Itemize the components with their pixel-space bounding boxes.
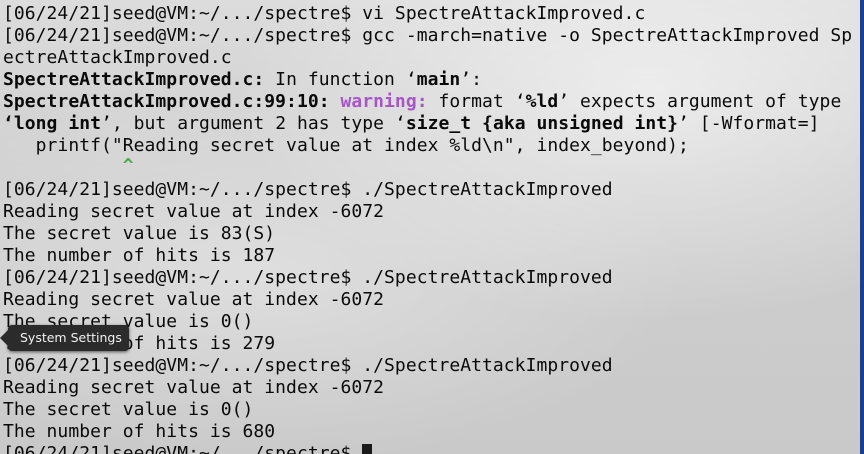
source-file-name: SpectreAttackImproved.c: — [3, 69, 265, 90]
warning-label: warning: — [340, 91, 428, 112]
terminal-line: [06/24/21]seed@VM:~/.../spectre$ ./Spect… — [3, 267, 613, 288]
tooltip-label: System Settings — [20, 330, 122, 345]
system-settings-tooltip: System Settings — [0, 325, 129, 351]
terminal-line: [06/24/21]seed@VM:~/.../spectre$ ./Spect… — [3, 179, 613, 200]
warning-location: SpectreAttackImproved.c:99:10: — [3, 91, 330, 112]
compiler-warning-line: ‘long int’, but argument 2 has type ‘siz… — [3, 113, 820, 135]
actual-type: size_t {aka unsigned int} — [405, 113, 679, 134]
terminal-window[interactable]: [06/24/21]seed@VM:~/.../spectre$ vi Spec… — [0, 0, 864, 454]
window-edge — [860, 0, 864, 454]
terminal-line: [06/24/21]seed@VM:~/.../spectre$ vi Spec… — [3, 3, 646, 24]
compiler-in-function-line: SpectreAttackImproved.c: In function ‘ma… — [3, 69, 482, 91]
caret-line: ^ — [3, 155, 134, 177]
terminal-line: Reading secret value at index -6072 — [3, 289, 385, 310]
quote-open: ‘ — [3, 113, 14, 134]
warning-text: ’ expects argument of type — [558, 91, 842, 112]
prompt-text: [06/24/21]seed@VM:~/.../spectre$ — [3, 443, 363, 454]
source-code-line: printf("Reading secret value at index %l… — [3, 135, 689, 156]
terminal-line: [06/24/21]seed@VM:~/.../spectre$ gcc -ma… — [3, 25, 853, 46]
function-name: main — [416, 69, 461, 90]
compiler-warning-line: SpectreAttackImproved.c:99:10: warning: … — [3, 91, 841, 113]
terminal-line: ectreAttackImproved.c — [3, 47, 232, 68]
terminal-line: Reading secret value at index -6072 — [3, 377, 385, 398]
in-function-text: In function ‘ — [264, 69, 417, 90]
expected-type: long int — [13, 113, 101, 134]
text-cursor — [362, 444, 373, 454]
in-function-close: ’: — [460, 69, 483, 90]
terminal-prompt-line[interactable]: [06/24/21]seed@VM:~/.../spectre$ — [3, 443, 373, 454]
terminal-line: The number of hits is 187 — [3, 245, 276, 266]
warning-text: ’, but argument 2 has type ‘ — [101, 113, 406, 134]
warning-flag: ’ [-Wformat=] — [678, 113, 820, 134]
caret-marker: ^ — [122, 155, 134, 176]
terminal-line: [06/24/21]seed@VM:~/.../spectre$ ./Spect… — [3, 355, 613, 376]
format-specifier: %ld — [525, 91, 559, 112]
terminal-line: The secret value is 83(S) — [3, 223, 276, 244]
terminal-line: The secret value is 0() — [3, 399, 254, 420]
terminal-line: Reading secret value at index -6072 — [3, 201, 385, 222]
warning-text: format ‘ — [427, 91, 526, 112]
terminal-line: The number of hits is 680 — [3, 421, 276, 442]
